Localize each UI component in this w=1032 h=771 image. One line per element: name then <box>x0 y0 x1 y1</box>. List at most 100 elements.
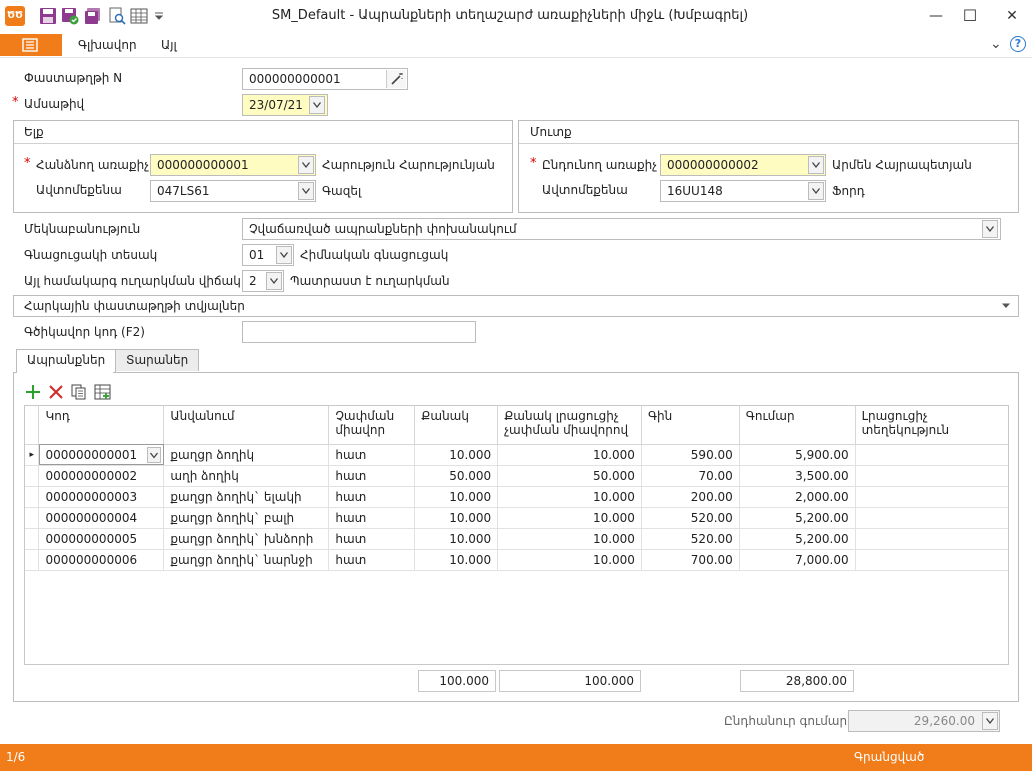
cell-code[interactable]: 000000000001 <box>38 444 165 466</box>
out-car-field[interactable]: 047LS61 <box>150 180 316 202</box>
receiver-dropdown-button[interactable] <box>808 156 824 174</box>
cell-unit[interactable]: հատ <box>328 465 416 487</box>
cell-dropdown-button[interactable] <box>147 446 162 463</box>
column-header[interactable]: Չափման միավոր <box>328 406 416 445</box>
insert-rows-icon[interactable] <box>94 384 112 400</box>
column-header[interactable]: Կոդ <box>38 406 165 445</box>
save-copy-icon[interactable] <box>84 7 102 25</box>
cell-sum[interactable]: 5,900.00 <box>739 444 856 466</box>
cell-unit[interactable]: հատ <box>328 549 416 571</box>
column-header[interactable]: Լրացուցիչ տեղեկություն <box>855 406 1008 445</box>
grand-total-dropdown-button[interactable] <box>982 712 998 730</box>
quick-access-dropdown-icon[interactable] <box>154 12 164 20</box>
cell-unit[interactable]: հատ <box>328 444 416 466</box>
doc-number-field[interactable]: 000000000001 <box>242 68 408 90</box>
cell-price[interactable]: 520.00 <box>641 528 740 550</box>
add-row-icon[interactable] <box>25 384 41 400</box>
cell-unit[interactable]: հատ <box>328 528 416 550</box>
cell-name[interactable]: քաղցր ձողիկ` ելակի <box>163 486 330 508</box>
cell-price[interactable]: 70.00 <box>641 465 740 487</box>
cell-sum[interactable]: 3,500.00 <box>739 465 856 487</box>
cell-qty2[interactable]: 10.000 <box>497 549 642 571</box>
column-header[interactable]: Անվանում <box>163 406 330 445</box>
row-indicator[interactable] <box>25 549 40 571</box>
date-dropdown-button[interactable] <box>309 96 325 114</box>
cell-price[interactable]: 200.00 <box>641 486 740 508</box>
cell-name[interactable]: քաղցր ձողիկ` բալի <box>163 507 330 529</box>
send-status-dropdown-button[interactable] <box>266 272 282 290</box>
cell-info[interactable] <box>855 465 1008 487</box>
row-indicator[interactable] <box>25 486 40 508</box>
comment-dropdown-button[interactable] <box>982 220 998 238</box>
cell-name[interactable]: աղի ձողիկ <box>163 465 330 487</box>
help-icon[interactable]: ? <box>1010 36 1026 52</box>
table-row[interactable]: ▸ 000000000001 քաղցր ձողիկ հատ 10.000 10.000 5… <box>25 444 1008 466</box>
app-logo-icon[interactable]: ԾԾ <box>5 6 25 26</box>
column-header[interactable]: Քանակ լրացուցիչ չափման միավորով <box>497 406 642 445</box>
table-row[interactable]: 000000000006 քաղցր ձողիկ` նարնջի հատ 10.000… <box>25 549 1008 571</box>
out-car-dropdown-button[interactable] <box>298 182 314 200</box>
cell-qty[interactable]: 10.000 <box>414 507 499 529</box>
cell-info[interactable] <box>855 486 1008 508</box>
cell-name[interactable]: քաղցր ձողիկ` նարնջի <box>163 549 330 571</box>
table-view-icon[interactable] <box>130 7 148 25</box>
cell-info[interactable] <box>855 549 1008 571</box>
copy-row-icon[interactable] <box>71 384 87 400</box>
cell-unit[interactable]: հատ <box>328 486 416 508</box>
expand-arrow-icon[interactable] <box>1001 303 1011 309</box>
cell-name[interactable]: քաղցր ձողիկ <box>163 444 330 466</box>
table-row[interactable]: 000000000004 քաղցր ձողիկ` բալի հատ 10.000 10… <box>25 507 1008 529</box>
print-preview-icon[interactable] <box>108 7 126 25</box>
receiver-field[interactable]: 000000000002 <box>660 154 826 176</box>
save-and-close-icon[interactable] <box>61 7 79 25</box>
in-car-field[interactable]: 16UU148 <box>660 180 826 202</box>
cell-qty[interactable]: 10.000 <box>414 528 499 550</box>
cell-qty[interactable]: 10.000 <box>414 486 499 508</box>
sender-field[interactable]: 000000000001 <box>150 154 316 176</box>
tab-containers[interactable]: Տարաներ <box>115 349 200 371</box>
barcode-field[interactable] <box>242 321 476 343</box>
table-row[interactable]: 000000000005 քաղցր ձողիկ` խնձորի հատ 10.000… <box>25 528 1008 550</box>
table-row[interactable]: 000000000003 քաղցր ձողիկ` ելակի հատ 10.000 1… <box>25 486 1008 508</box>
cell-info[interactable] <box>855 507 1008 529</box>
cell-info[interactable] <box>855 528 1008 550</box>
file-menu-button[interactable] <box>0 34 62 56</box>
price-type-dropdown-button[interactable] <box>276 246 292 264</box>
cell-qty[interactable]: 50.000 <box>414 465 499 487</box>
cell-unit[interactable]: հատ <box>328 507 416 529</box>
row-indicator[interactable] <box>25 528 40 550</box>
menu-main[interactable]: Գլխավոր <box>78 38 137 52</box>
cell-price[interactable]: 520.00 <box>641 507 740 529</box>
cell-sum[interactable]: 5,200.00 <box>739 507 856 529</box>
cell-qty2[interactable]: 10.000 <box>497 507 642 529</box>
row-indicator[interactable] <box>25 465 40 487</box>
comment-field[interactable]: Չվաճառված ապրանքների փոխանակում <box>242 218 1001 240</box>
delete-row-icon[interactable] <box>48 384 64 400</box>
ribbon-collapse-icon[interactable]: ⌄ <box>990 36 1002 52</box>
cell-code[interactable]: 000000000004 <box>38 507 165 529</box>
save-icon[interactable] <box>39 7 57 25</box>
in-car-dropdown-button[interactable] <box>808 182 824 200</box>
doc-number-edit-button[interactable] <box>386 70 406 88</box>
close-button[interactable]: ✕ <box>996 2 1028 30</box>
table-row[interactable]: 000000000002 աղի ձողիկ հատ 50.000 50.000 70.0… <box>25 465 1008 487</box>
cell-qty[interactable]: 10.000 <box>414 444 499 466</box>
cell-code[interactable]: 000000000005 <box>38 528 165 550</box>
cell-qty2[interactable]: 50.000 <box>497 465 642 487</box>
cell-qty2[interactable]: 10.000 <box>497 486 642 508</box>
cell-qty[interactable]: 10.000 <box>414 549 499 571</box>
cell-code[interactable]: 000000000002 <box>38 465 165 487</box>
column-header[interactable]: Գին <box>641 406 740 445</box>
cell-sum[interactable]: 5,200.00 <box>739 528 856 550</box>
cell-name[interactable]: քաղցր ձողիկ` խնձորի <box>163 528 330 550</box>
maximize-button[interactable]: ☐ <box>954 2 986 30</box>
cell-code[interactable]: 000000000006 <box>38 549 165 571</box>
tab-products[interactable]: Ապրանքներ <box>16 349 117 373</box>
sender-dropdown-button[interactable] <box>298 156 314 174</box>
cell-qty2[interactable]: 10.000 <box>497 528 642 550</box>
column-header[interactable]: Քանակ <box>414 406 499 445</box>
minimize-button[interactable]: — <box>920 2 952 30</box>
cell-code[interactable]: 000000000003 <box>38 486 165 508</box>
column-header[interactable]: Գումար <box>739 406 856 445</box>
cell-sum[interactable]: 2,000.00 <box>739 486 856 508</box>
